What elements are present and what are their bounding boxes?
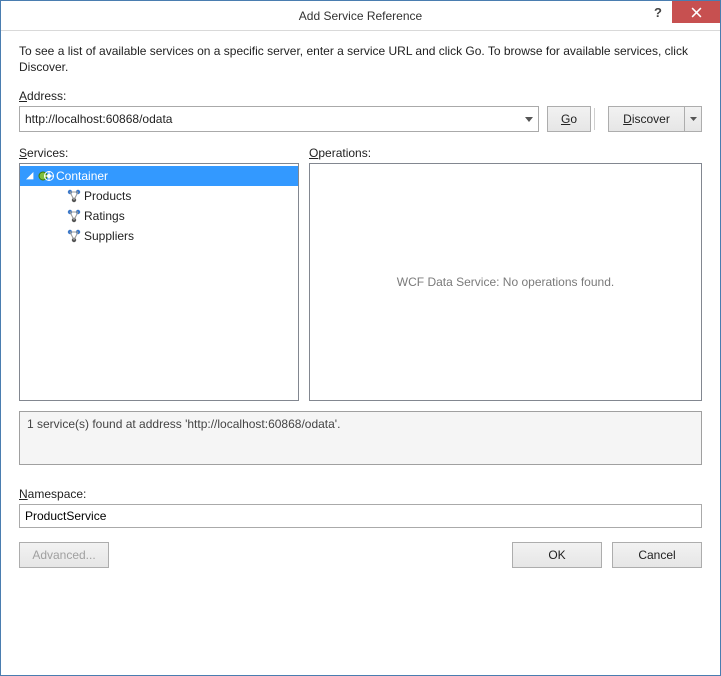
collapse-icon[interactable]: [24, 170, 36, 182]
entity-icon: [66, 228, 82, 244]
status-box: 1 service(s) found at address 'http://lo…: [19, 411, 702, 465]
footer: Advanced... OK Cancel: [19, 542, 702, 568]
close-icon: [691, 7, 702, 18]
address-label: Address:: [19, 89, 702, 103]
tree-node-label: Ratings: [84, 209, 125, 223]
titlebar: Add Service Reference ?: [1, 1, 720, 31]
tree-node-child[interactable]: Suppliers: [20, 226, 298, 246]
tree: Container Products Ratings Supplier: [20, 164, 298, 248]
close-button[interactable]: [672, 1, 720, 23]
service-icon: [38, 168, 54, 184]
tree-node-label: Container: [56, 169, 108, 183]
discover-dropdown-button[interactable]: [684, 106, 702, 132]
dialog-content: To see a list of available services on a…: [1, 31, 720, 675]
chevron-down-icon: [525, 117, 533, 122]
entity-icon: [66, 208, 82, 224]
chevron-down-icon: [690, 117, 697, 121]
services-column: Services: Container Products: [19, 146, 299, 401]
discover-button[interactable]: Discover: [608, 106, 684, 132]
namespace-label: Namespace:: [19, 487, 702, 501]
address-input[interactable]: [19, 106, 539, 132]
titlebar-controls: ?: [644, 1, 720, 31]
instructions-text: To see a list of available services on a…: [19, 43, 702, 75]
panels-row: Services: Container Products: [19, 146, 702, 401]
operations-label: Operations:: [309, 146, 702, 160]
services-tree[interactable]: Container Products Ratings Supplier: [19, 163, 299, 401]
address-combo: [19, 106, 539, 132]
operations-list[interactable]: WCF Data Service: No operations found.: [309, 163, 702, 401]
ok-button[interactable]: OK: [512, 542, 602, 568]
address-dropdown-button[interactable]: [520, 107, 538, 131]
advanced-button[interactable]: Advanced...: [19, 542, 109, 568]
help-button[interactable]: ?: [644, 1, 672, 23]
dialog-window: Add Service Reference ? To see a list of…: [0, 0, 721, 676]
operations-column: Operations: WCF Data Service: No operati…: [309, 146, 702, 401]
window-title: Add Service Reference: [299, 9, 422, 23]
discover-split-button: Discover: [608, 106, 702, 132]
services-label: Services:: [19, 146, 299, 160]
go-button[interactable]: Go: [547, 106, 591, 132]
status-text: 1 service(s) found at address 'http://lo…: [27, 417, 340, 431]
entity-icon: [66, 188, 82, 204]
address-row: Go Discover: [19, 106, 702, 132]
tree-node-container[interactable]: Container: [20, 166, 298, 186]
operations-empty-text: WCF Data Service: No operations found.: [310, 164, 701, 400]
separator: [594, 108, 595, 130]
tree-node-child[interactable]: Ratings: [20, 206, 298, 226]
tree-node-label: Products: [84, 189, 131, 203]
namespace-input[interactable]: [19, 504, 702, 528]
tree-node-label: Suppliers: [84, 229, 134, 243]
tree-node-child[interactable]: Products: [20, 186, 298, 206]
cancel-button[interactable]: Cancel: [612, 542, 702, 568]
